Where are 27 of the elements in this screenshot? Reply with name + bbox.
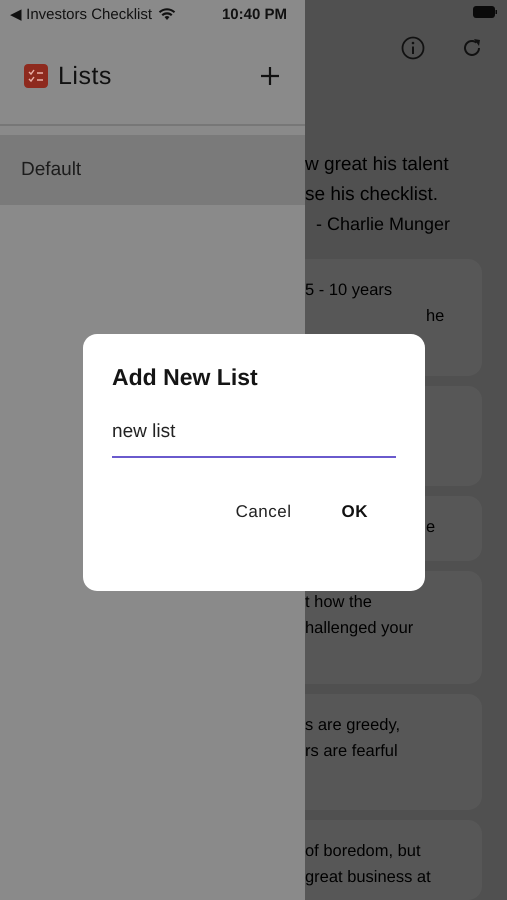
quote-text: w great his talent: [305, 153, 450, 177]
back-app-label[interactable]: ◀ Investors Checklist: [10, 5, 152, 23]
card-text: s are greedy,: [305, 715, 402, 736]
checklist-card[interactable]: s are greedy, rs are fearful: [305, 694, 482, 810]
checklist-card[interactable]: of boredom, but great business at: [305, 820, 482, 900]
card-text: of boredom, but: [305, 841, 422, 862]
cancel-button[interactable]: Cancel: [236, 496, 292, 528]
card-text: e: [426, 517, 436, 538]
card-text: hallenged your: [305, 618, 414, 639]
card-text: he: [426, 306, 446, 327]
status-time: 10:40 PM: [222, 6, 287, 22]
wifi-icon: [158, 7, 176, 21]
card-text: 5 - 10 years: [305, 280, 394, 301]
battery-icon: [473, 6, 497, 18]
drawer-title: Lists: [58, 62, 112, 90]
card-text: great business at: [305, 867, 432, 888]
ok-button[interactable]: OK: [342, 496, 368, 528]
quote-author: - Charlie Munger: [316, 214, 452, 235]
dialog-title: Add New List: [112, 364, 259, 391]
card-text: t how the: [305, 592, 373, 613]
info-icon[interactable]: [401, 36, 425, 60]
add-icon[interactable]: [260, 66, 280, 86]
checklist-icon: [24, 64, 48, 88]
quote-text: se his checklist.: [305, 183, 440, 207]
card-text: rs are fearful: [305, 741, 399, 762]
input-field[interactable]: new list: [112, 417, 396, 458]
list-item[interactable]: Default: [0, 135, 305, 205]
